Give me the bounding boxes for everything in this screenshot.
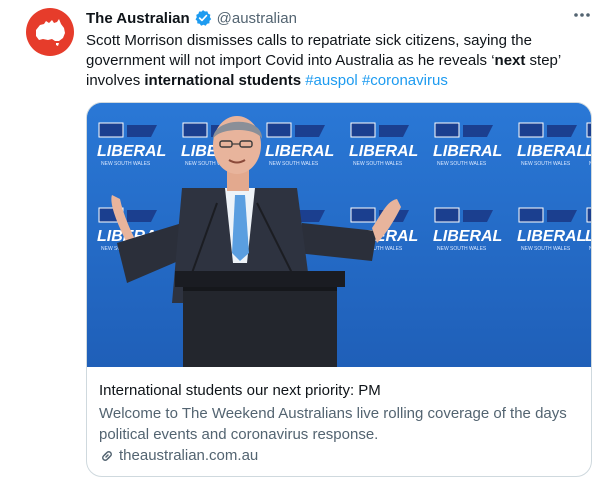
backdrop-sign-subtext: NEW SOUTH WALES <box>269 161 319 167</box>
backdrop-sign-subtext: NEW SOUTH WALES <box>353 161 403 167</box>
backdrop-sign-text: LIBERAL <box>433 143 502 160</box>
hashtag-coronavirus[interactable]: #coronavirus <box>362 72 448 89</box>
backdrop-sign-text: LIBERAL <box>433 228 502 245</box>
lectern <box>175 271 345 367</box>
backdrop-sign-subtext: NEW SOUTH WALES <box>437 161 487 167</box>
tweet-header: The Australian @australian <box>86 8 297 28</box>
card-title[interactable]: International students our next priority… <box>99 381 381 401</box>
account-handle[interactable]: @australian <box>217 10 297 27</box>
backdrop-sign-text: LIBERAL <box>349 143 418 160</box>
hashtag-auspol[interactable]: #auspol <box>305 72 358 89</box>
link-preview-card[interactable]: LIBERALNEW SOUTH WALESLIBERALNEW SOUTH W… <box>86 102 592 477</box>
card-description: Welcome to The Weekend Australians live … <box>99 405 567 443</box>
card-domain-text: theaustralian.com.au <box>119 447 259 464</box>
backdrop-sign-text: LIBERAL <box>265 143 334 160</box>
backdrop-sign-text: LIBERAL <box>585 143 592 160</box>
backdrop-sign-subtext: NEW SOUTH WALES <box>437 246 487 252</box>
backdrop-sign-subtext: NEW SOUTH WALES <box>101 161 151 167</box>
backdrop-sign-text: LIBERAL <box>517 143 586 160</box>
verified-badge-icon <box>194 9 212 27</box>
card-image[interactable]: LIBERALNEW SOUTH WALESLIBERALNEW SOUTH W… <box>87 103 592 367</box>
tweet-text: Scott Morrison dismisses calls to repatr… <box>86 31 596 91</box>
tweet[interactable]: The Australian @australian Scott Morriso… <box>0 0 612 480</box>
backdrop-sign-text: LIBERAL <box>585 228 592 245</box>
australia-map-icon <box>36 19 65 46</box>
tweet-text-bold-international-students: international students <box>144 72 302 89</box>
backdrop-sign-subtext: NEW SOUTH WALES <box>589 246 592 252</box>
more-horizontal-icon[interactable] <box>571 6 593 26</box>
card-domain[interactable]: theaustralian.com.au <box>99 446 258 466</box>
backdrop-sign-subtext: NEW SOUTH WALES <box>521 246 571 252</box>
tweet-text-segment: Scott Morrison dismisses calls to repatr… <box>86 32 532 69</box>
tweet-text-bold-next: next <box>494 52 526 69</box>
backdrop-sign-subtext: NEW SOUTH WALES <box>589 161 592 167</box>
account-name[interactable]: The Australian <box>86 10 190 27</box>
press-conference-photo: LIBERALNEW SOUTH WALESLIBERALNEW SOUTH W… <box>87 103 592 367</box>
backdrop-sign-subtext: NEW SOUTH WALES <box>521 161 571 167</box>
avatar[interactable] <box>26 8 74 56</box>
backdrop-sign-text: LIBERAL <box>517 228 586 245</box>
link-icon <box>99 448 115 464</box>
backdrop-sign-text: LIBERAL <box>97 143 166 160</box>
